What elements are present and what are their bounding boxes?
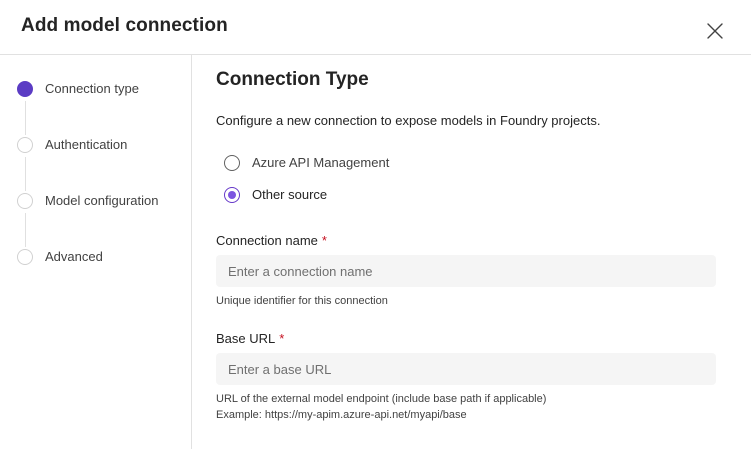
base-url-example: Example: https://my-apim.azure-api.net/m… bbox=[216, 409, 467, 421]
step-label: Advanced bbox=[45, 249, 103, 264]
connection-name-hint: Unique identifier for this connection bbox=[216, 295, 388, 307]
step-connector bbox=[25, 101, 26, 135]
step-indicator-icon bbox=[17, 193, 33, 209]
radio-azure-api-management[interactable]: Azure API Management bbox=[224, 155, 444, 175]
step-connector bbox=[25, 157, 26, 191]
base-url-label-text: Base URL bbox=[216, 331, 276, 346]
close-icon bbox=[707, 23, 723, 39]
step-indicator-icon bbox=[17, 137, 33, 153]
radio-label: Other source bbox=[252, 187, 328, 202]
connection-name-label: Connection name * bbox=[216, 233, 327, 248]
step-indicator-icon bbox=[17, 249, 33, 265]
required-marker: * bbox=[279, 331, 285, 346]
step-authentication[interactable]: Authentication bbox=[0, 133, 190, 157]
step-label: Model configuration bbox=[45, 193, 159, 208]
dialog-title: Add model connection bbox=[21, 15, 228, 36]
base-url-input[interactable] bbox=[216, 353, 716, 385]
step-indicator-icon bbox=[17, 81, 33, 97]
radio-other-source[interactable]: Other source bbox=[224, 187, 444, 207]
connection-name-label-text: Connection name bbox=[216, 233, 318, 248]
step-model-configuration[interactable]: Model configuration bbox=[0, 189, 190, 213]
step-label: Authentication bbox=[45, 137, 128, 152]
section-description: Configure a new connection to expose mod… bbox=[216, 113, 601, 128]
step-navigation: Connection type Authentication Model con… bbox=[0, 55, 192, 449]
required-marker: * bbox=[321, 233, 327, 248]
section-title: Connection Type bbox=[216, 69, 369, 90]
radio-circle-icon bbox=[224, 155, 240, 171]
base-url-label: Base URL * bbox=[216, 331, 284, 346]
step-label: Connection type bbox=[45, 81, 139, 96]
close-button[interactable] bbox=[703, 19, 727, 43]
radio-label: Azure API Management bbox=[252, 155, 390, 170]
step-connection-type[interactable]: Connection type bbox=[0, 77, 190, 101]
base-url-hint: URL of the external model endpoint (incl… bbox=[216, 393, 547, 405]
connection-name-input[interactable] bbox=[216, 255, 716, 287]
step-advanced[interactable]: Advanced bbox=[0, 245, 190, 269]
step-connector bbox=[25, 213, 26, 247]
main-content: Connection Type Configure a new connecti… bbox=[216, 55, 736, 449]
radio-circle-icon bbox=[224, 187, 240, 203]
dialog-header: Add model connection bbox=[0, 0, 751, 55]
